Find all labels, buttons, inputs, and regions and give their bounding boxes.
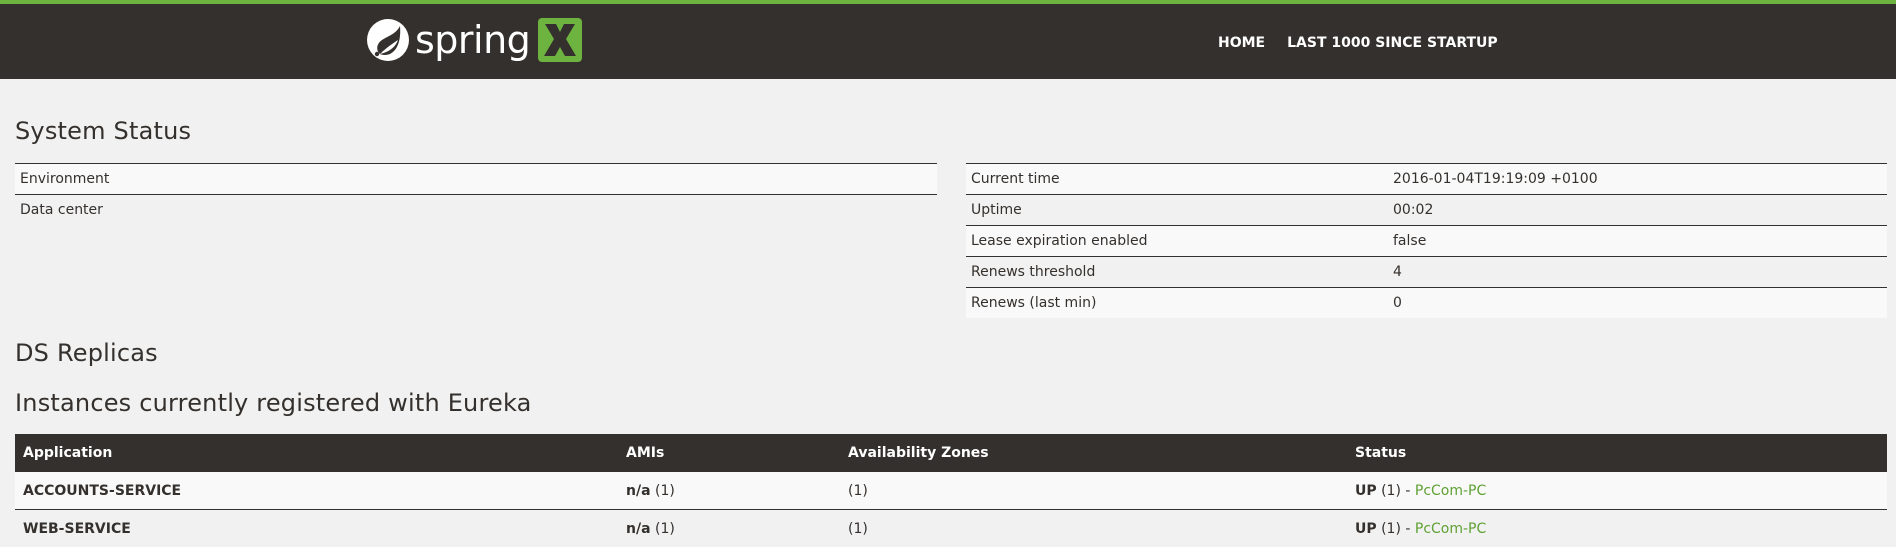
row-value: 00:02 [1388, 195, 1887, 226]
row-value: 4 [1388, 257, 1887, 288]
column-header-availability-zones: Availability Zones [840, 434, 1347, 472]
column-header-status: Status [1347, 434, 1887, 472]
status-count: (1) - [1381, 521, 1410, 537]
table-row: WEB-SERVICE n/a (1) (1) UP (1) - PcCom-P… [15, 510, 1887, 547]
application-name: WEB-SERVICE [15, 510, 618, 547]
row-label: Renews threshold [966, 257, 1388, 288]
column-header-amis: AMIs [618, 434, 840, 472]
row-label: Lease expiration enabled [966, 226, 1388, 257]
table-row: ACCOUNTS-SERVICE n/a (1) (1) UP (1) - Pc… [15, 472, 1887, 510]
nav-link-home[interactable]: HOME [1207, 26, 1276, 60]
status-value: UP [1355, 521, 1377, 537]
row-value: 2016-01-04T19:19:09 +0100 [1388, 164, 1887, 195]
status-count: (1) - [1381, 483, 1410, 499]
zones-cell: (1) [840, 510, 1347, 547]
system-status-title: System Status [15, 117, 191, 145]
row-label: Current time [966, 164, 1388, 195]
zones-cell: (1) [840, 472, 1347, 510]
column-header-application: Application [15, 434, 618, 472]
x-logo-icon [538, 18, 582, 62]
instance-link[interactable]: PcCom-PC [1415, 521, 1486, 537]
ami-cell: n/a (1) [618, 472, 840, 510]
instances-table: Application AMIs Availability Zones Stat… [15, 434, 1887, 547]
row-value: 0 [1388, 288, 1887, 319]
ami-value: n/a [626, 521, 651, 537]
brand-logo[interactable]: spring [366, 14, 582, 66]
nav-link-last-1000[interactable]: LAST 1000 SINCE STARTUP [1276, 26, 1509, 60]
status-cell: UP (1) - PcCom-PC [1347, 510, 1887, 547]
row-label: Uptime [966, 195, 1388, 226]
table-row: Renews (last min) 0 [966, 288, 1887, 319]
ami-cell: n/a (1) [618, 510, 840, 547]
instance-link[interactable]: PcCom-PC [1415, 483, 1486, 499]
nav-links: HOME LAST 1000 SINCE STARTUP [1207, 26, 1509, 60]
brand-text: spring [415, 18, 530, 62]
ami-value: n/a [626, 483, 651, 499]
table-row: Uptime 00:02 [966, 195, 1887, 226]
row-value [853, 195, 937, 226]
table-row: Data center [15, 195, 937, 226]
table-row: Environment [15, 164, 937, 195]
application-name: ACCOUNTS-SERVICE [15, 472, 618, 510]
ami-count: (1) [655, 521, 675, 537]
table-row: Renews threshold 4 [966, 257, 1887, 288]
spring-leaf-icon [366, 18, 410, 62]
table-header-row: Application AMIs Availability Zones Stat… [15, 434, 1887, 472]
table-row: Lease expiration enabled false [966, 226, 1887, 257]
status-cell: UP (1) - PcCom-PC [1347, 472, 1887, 510]
status-info-table: Current time 2016-01-04T19:19:09 +0100 U… [966, 163, 1887, 318]
status-value: UP [1355, 483, 1377, 499]
row-value [853, 164, 937, 195]
row-label: Renews (last min) [966, 288, 1388, 319]
ami-count: (1) [655, 483, 675, 499]
instances-title: Instances currently registered with Eure… [15, 389, 532, 417]
environment-table: Environment Data center [15, 163, 937, 225]
navbar: spring HOME LAST 1000 SINCE STARTUP [0, 0, 1896, 79]
row-label: Environment [15, 164, 853, 195]
ds-replicas-title: DS Replicas [15, 339, 158, 367]
row-label: Data center [15, 195, 853, 226]
row-value: false [1388, 226, 1887, 257]
table-row: Current time 2016-01-04T19:19:09 +0100 [966, 164, 1887, 195]
